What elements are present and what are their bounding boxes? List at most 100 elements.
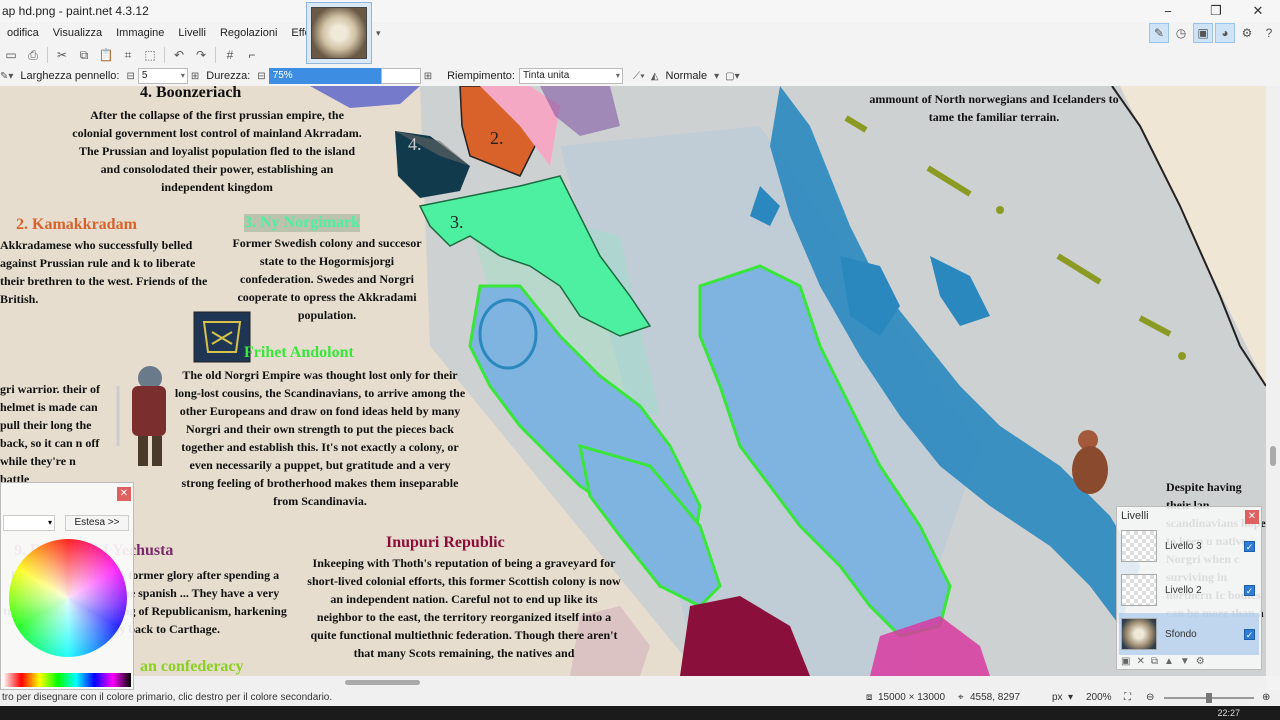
ny-norgimark-title: 3. Ny Norgimark [244,214,360,232]
close-icon[interactable]: ✕ [1245,510,1259,524]
increase-icon[interactable]: ⊞ [191,71,199,82]
copy-icon[interactable]: ⧉ [73,44,95,66]
image-thumbnail [311,7,367,59]
redo-icon[interactable]: ↷ [190,44,212,66]
image-tab-thumbnail[interactable] [306,2,372,64]
color-selector-dropdown[interactable]: ▾ [3,515,55,531]
layer-row[interactable]: Livello 2 ✓ [1119,569,1259,611]
layer-properties-icon[interactable]: ⚙ [1196,656,1205,667]
layer-thumbnail [1121,530,1157,562]
zoom-slider[interactable] [1164,693,1254,703]
settings-gear-icon[interactable]: ⚙ [1237,23,1257,43]
image-size: 15000 × 13000 [878,692,946,703]
vertical-scrollbar[interactable] [1266,86,1280,676]
toolbar-divider [215,47,216,63]
fill-label: Riempimento: [447,70,515,82]
blend-mode-icon[interactable]: ◭ [651,71,659,82]
cut-icon[interactable]: ✂ [51,44,73,66]
window-title: ap hd.png - paint.net 4.3.12 [2,4,149,18]
boonzeriach-title: 4. Boonzeriach [140,86,242,101]
layer-visibility-checkbox[interactable]: ✓ [1244,584,1255,596]
move-layer-down-icon[interactable]: ▼ [1180,656,1190,667]
close-button[interactable]: ✕ [1238,0,1278,22]
print-icon[interactable]: ⎙ [22,44,44,66]
menu-adjustments[interactable]: Regolazioni [213,22,284,44]
layer-name: Livello 3 [1165,540,1202,552]
ny-norgimark-body: Former Swedish colony and succesor state… [232,236,422,322]
chevron-down-icon[interactable]: ▾ [1068,692,1073,703]
utility-toolbar: ✎ ◷ ▣ ◕ ⚙ ? [1148,22,1280,44]
cursor-position: 4558, 8297 [970,692,1021,703]
history-window-icon[interactable]: ◷ [1171,23,1191,43]
title-bar: ap hd.png - paint.net 4.3.12 − ❐ ✕ [0,0,1280,22]
fill-dropdown[interactable]: Tinta unita ▾ [518,68,623,84]
layers-window-icon[interactable]: ▣ [1193,23,1213,43]
close-icon[interactable]: ✕ [117,487,131,501]
paste-icon[interactable]: 📋 [95,44,117,66]
layer-visibility-checkbox[interactable]: ✓ [1244,628,1255,640]
grid-icon[interactable]: # [219,44,241,66]
color-palette-strip[interactable] [3,673,131,687]
chevron-down-icon[interactable]: ▾ [714,71,719,82]
frihet-body: The old Norgri Empire was thought lost o… [174,368,466,508]
layer-thumbnail [1121,574,1157,606]
hardness-label: Durezza: [206,70,251,82]
hardness-slider[interactable]: 75% [268,68,381,84]
layer-row[interactable]: Sfondo ✓ [1119,613,1259,655]
horizontal-scrollbar[interactable] [0,676,1266,690]
undo-icon[interactable]: ↶ [168,44,190,66]
tools-window-icon[interactable]: ✎ [1149,23,1169,43]
layer-row[interactable]: Livello 3 ✓ [1119,525,1259,567]
save-icon[interactable]: ▭ [0,44,22,66]
menu-edit[interactable]: odifica [0,22,46,44]
horizontal-scroll-thumb[interactable] [345,680,420,685]
hardness-slider-track[interactable] [380,68,421,84]
hardness-increase-icon[interactable]: ⊞ [424,71,432,82]
move-layer-up-icon[interactable]: ▲ [1164,656,1174,667]
selection-mode-icon[interactable]: ▢▾ [725,71,739,82]
colors-window-icon[interactable]: ◕ [1215,23,1235,43]
units-selector[interactable]: px [1052,692,1063,703]
color-wheel[interactable] [9,539,127,657]
zoom-fit-icon[interactable]: ⛶ [1124,692,1131,703]
layer-visibility-checkbox[interactable]: ✓ [1244,540,1255,552]
zoom-level[interactable]: 200% [1086,692,1112,703]
boonzeriach-body: After the collapse of the first prussian… [72,108,362,194]
antialiasing-icon[interactable]: ⟋▾ [633,71,645,82]
layers-footer: ▣ ✕ ⧉ ▲ ▼ ⚙ [1121,656,1205,667]
help-icon[interactable]: ? [1259,23,1279,43]
extend-button[interactable]: Estesa >> [65,515,129,531]
olive-dot [996,206,1004,214]
zoom-slider-knob[interactable] [1206,693,1212,703]
layer-name: Sfondo [1165,628,1197,640]
brush-tool-icon[interactable]: ✎▾ [0,71,13,82]
tab-list-chevron-icon[interactable]: ▾ [376,28,381,39]
image-canvas[interactable]: 4. Boonzeriach After the collapse of the… [0,86,1266,676]
brush-width-field[interactable]: 5 ▾ [137,68,188,84]
chevron-down-icon: ▾ [615,71,620,80]
toolbar-divider [164,47,165,63]
blend-mode-value[interactable]: Normale [666,70,708,82]
menu-view[interactable]: Visualizza [46,22,109,44]
paint-net-window: ap hd.png - paint.net 4.3.12 − ❐ ✕ odifi… [0,0,1280,720]
menu-layers[interactable]: Livelli [171,22,213,44]
duplicate-layer-icon[interactable]: ⧉ [1151,656,1158,667]
deselect-icon[interactable]: ⬚ [139,44,161,66]
status-bar: tro per disegnare con il colore primario… [0,690,1280,706]
toolbar-divider [47,47,48,63]
hardness-decrease-icon[interactable]: ⊟ [257,71,265,82]
restore-button[interactable]: ❐ [1196,0,1236,22]
image-size-icon: ⧈ [866,692,873,703]
rulers-icon[interactable]: ⌐ [241,44,263,66]
menu-image[interactable]: Immagine [109,22,171,44]
zoom-in-icon[interactable]: ⊕ [1262,692,1270,703]
add-layer-icon[interactable]: ▣ [1121,656,1130,667]
zoom-out-icon[interactable]: ⊖ [1146,692,1154,703]
crop-icon[interactable]: ⌗ [117,44,139,66]
region-label-2: 2. [490,128,504,148]
delete-layer-icon[interactable]: ✕ [1136,656,1144,667]
minimize-button[interactable]: − [1148,0,1188,22]
taskbar-clock: 22:27 [1217,708,1240,718]
vertical-scroll-thumb[interactable] [1270,446,1276,466]
decrease-icon[interactable]: ⊟ [126,71,134,82]
